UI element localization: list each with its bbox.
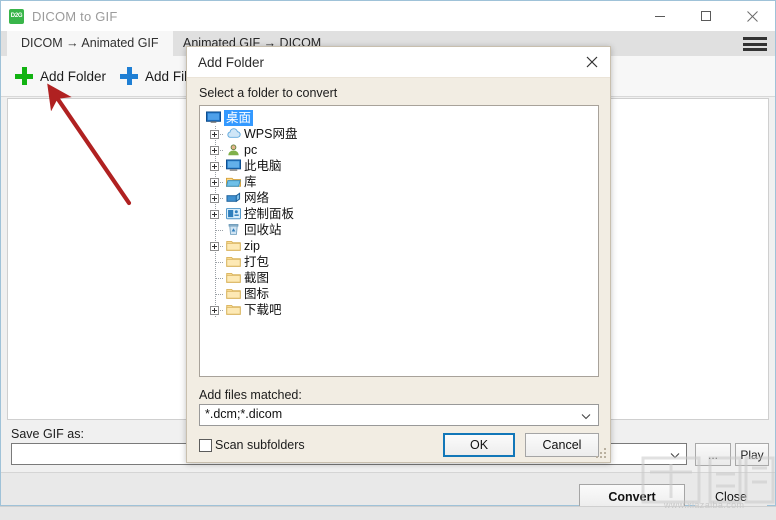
file-mask-combobox[interactable]: *.dcm;*.dicom: [199, 404, 599, 426]
add-file-button[interactable]: Add File: [120, 67, 195, 85]
tree-item[interactable]: WPS网盘: [202, 126, 598, 142]
expand-icon[interactable]: [210, 162, 219, 171]
chevron-down-icon[interactable]: [668, 448, 682, 462]
folder-icon: [226, 239, 241, 253]
window-controls: [637, 1, 775, 31]
tree-item[interactable]: 控制面板: [202, 206, 598, 222]
tree-item-label: WPS网盘: [244, 127, 298, 141]
scan-subfolders-checkbox[interactable]: Scan subfolders: [199, 438, 305, 452]
folder-icon: [226, 271, 241, 285]
tree-item-label: 网络: [244, 191, 270, 205]
close-icon: [746, 10, 758, 22]
plus-icon-green: [15, 67, 33, 85]
hamburger-menu-icon[interactable]: [743, 35, 767, 53]
tree-item[interactable]: 截图: [202, 270, 598, 286]
folder-icon: [226, 287, 241, 301]
tree-item-label: pc: [244, 143, 258, 157]
app-icon-d2g: D2G: [9, 8, 24, 24]
tab-dicom-to-gif[interactable]: DICOM → Animated GIF: [7, 31, 173, 56]
library-icon: [225, 175, 241, 189]
cancel-button[interactable]: Cancel: [525, 433, 599, 457]
tree-item-label: 此电脑: [244, 159, 282, 173]
tree-item[interactable]: 打包: [202, 254, 598, 270]
tree-item[interactable]: 回收站: [202, 222, 598, 238]
tree-dash: [216, 262, 224, 263]
tree-item[interactable]: 下载吧: [202, 302, 598, 318]
window-title: DICOM to GIF: [32, 8, 118, 24]
tree-item-label: 截图: [244, 271, 270, 285]
expand-icon[interactable]: [210, 146, 219, 155]
expand-icon[interactable]: [210, 210, 219, 219]
ok-button[interactable]: OK: [443, 433, 515, 457]
plus-icon-blue: [120, 67, 139, 85]
dialog-prompt: Select a folder to convert: [199, 86, 338, 100]
file-mask-value: *.dcm;*.dicom: [205, 407, 283, 421]
add-files-matched-label: Add files matched:: [199, 388, 302, 402]
tree-item[interactable]: 网络: [202, 190, 598, 206]
tree-item-root[interactable]: 桌面: [202, 110, 598, 126]
checkbox-box[interactable]: [199, 438, 212, 452]
scan-subfolders-label: Scan subfolders: [215, 438, 305, 452]
footer-bar: Convert Close: [1, 472, 775, 509]
folder-icon: [226, 255, 241, 269]
network-icon: [226, 191, 241, 205]
dialog-close-button[interactable]: [574, 47, 610, 77]
play-button[interactable]: Play: [735, 443, 769, 466]
expand-icon[interactable]: [210, 178, 219, 187]
tree-item-label: 库: [244, 175, 257, 189]
control-panel-icon: [226, 207, 241, 221]
tree-dash: [216, 230, 224, 231]
tree-item-label: 下载吧: [244, 303, 282, 317]
add-folder-label: Add Folder: [40, 68, 107, 84]
browse-button[interactable]: ...: [695, 443, 731, 466]
folder-tree: 桌面 WPS网盘 pc 此电脑库网络控制面板回收站 zip 打包截图图标下载吧: [202, 110, 598, 318]
tree-item-label: 回收站: [244, 223, 282, 237]
minimize-button[interactable]: [637, 1, 683, 31]
minimize-icon: [655, 16, 665, 17]
add-folder-dialog: Add Folder Select a folder to convert 桌面…: [186, 46, 611, 463]
cloud-icon: [226, 127, 241, 141]
tree-item-label: 控制面板: [244, 207, 295, 221]
expand-icon[interactable]: [210, 242, 219, 251]
save-gif-as-label: Save GIF as:: [11, 427, 84, 441]
dialog-title-bar: Add Folder: [187, 47, 610, 78]
tree-item-label: 桌面: [224, 110, 254, 126]
tree-dash: [216, 294, 224, 295]
app-icon-text: D2G: [10, 13, 23, 19]
watermark-url: www.xiazaiba.com: [664, 500, 745, 510]
tree-item-label: 打包: [244, 255, 270, 269]
chevron-down-icon[interactable]: [579, 409, 593, 423]
close-icon: [586, 56, 598, 68]
maximize-icon: [701, 11, 711, 21]
bottom-strip: [0, 506, 776, 520]
folder-icon: [226, 303, 241, 317]
user-icon: [226, 143, 241, 157]
desktop-icon: [206, 111, 221, 125]
tree-dash: [216, 278, 224, 279]
computer-icon: [226, 159, 241, 173]
tree-item[interactable]: pc: [202, 142, 598, 158]
expand-icon[interactable]: [210, 306, 219, 315]
tree-item-label: zip: [244, 239, 260, 253]
tree-item[interactable]: 此电脑: [202, 158, 598, 174]
maximize-button[interactable]: [683, 1, 729, 31]
recycle-bin-icon: [226, 223, 241, 237]
title-bar: D2G DICOM to GIF: [1, 1, 775, 31]
expand-icon[interactable]: [210, 130, 219, 139]
resize-grip[interactable]: [596, 448, 607, 459]
tree-item[interactable]: 图标: [202, 286, 598, 302]
folder-tree-panel[interactable]: 桌面 WPS网盘 pc 此电脑库网络控制面板回收站 zip 打包截图图标下载吧: [199, 105, 599, 377]
dialog-title: Add Folder: [198, 54, 265, 70]
tree-item-label: 图标: [244, 287, 270, 301]
add-folder-button[interactable]: Add Folder: [15, 67, 106, 85]
tree-item[interactable]: 库: [202, 174, 598, 190]
tree-item[interactable]: zip: [202, 238, 598, 254]
close-button[interactable]: [729, 1, 775, 31]
expand-icon[interactable]: [210, 194, 219, 203]
